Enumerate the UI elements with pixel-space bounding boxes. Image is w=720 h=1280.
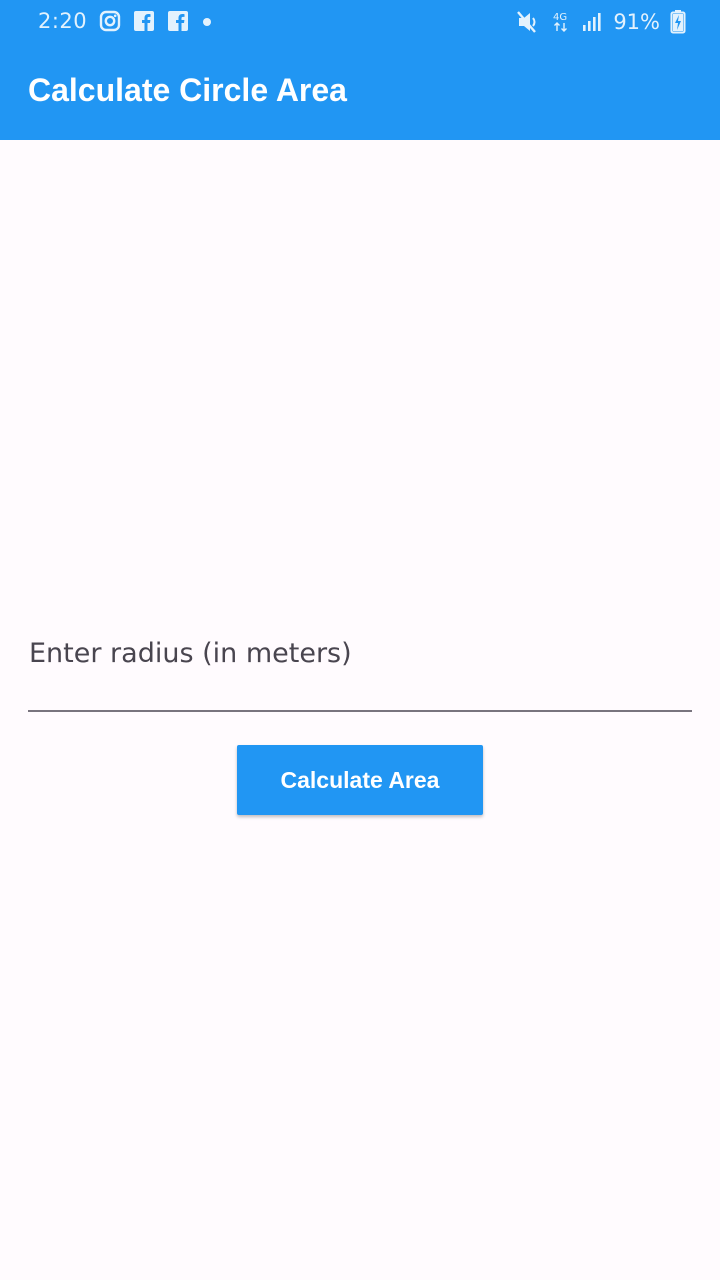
- radius-input[interactable]: [28, 620, 696, 712]
- facebook-icon: [168, 11, 189, 31]
- facebook-icon: [134, 11, 155, 31]
- radius-field[interactable]: Enter radius (in meters): [28, 620, 696, 712]
- instagram-icon: [99, 10, 121, 32]
- status-bar: 2:20 4G 91%: [0, 0, 720, 46]
- battery-percentage: 91%: [613, 10, 660, 34]
- mute-icon: [517, 11, 537, 33]
- svg-text:4G: 4G: [553, 12, 567, 23]
- signal-icon: [583, 13, 601, 31]
- status-right: 4G 91%: [515, 9, 686, 35]
- calculate-area-button[interactable]: Calculate Area: [237, 745, 483, 815]
- app-bar: Calculate Circle Area: [0, 46, 720, 140]
- battery-charging-icon: [670, 10, 686, 34]
- network-4g-icon: 4G: [553, 12, 567, 32]
- status-time: 2:20: [38, 9, 88, 33]
- dot-icon: [203, 18, 212, 26]
- page-title: Calculate Circle Area: [28, 72, 347, 108]
- status-left: 2:20: [38, 9, 213, 33]
